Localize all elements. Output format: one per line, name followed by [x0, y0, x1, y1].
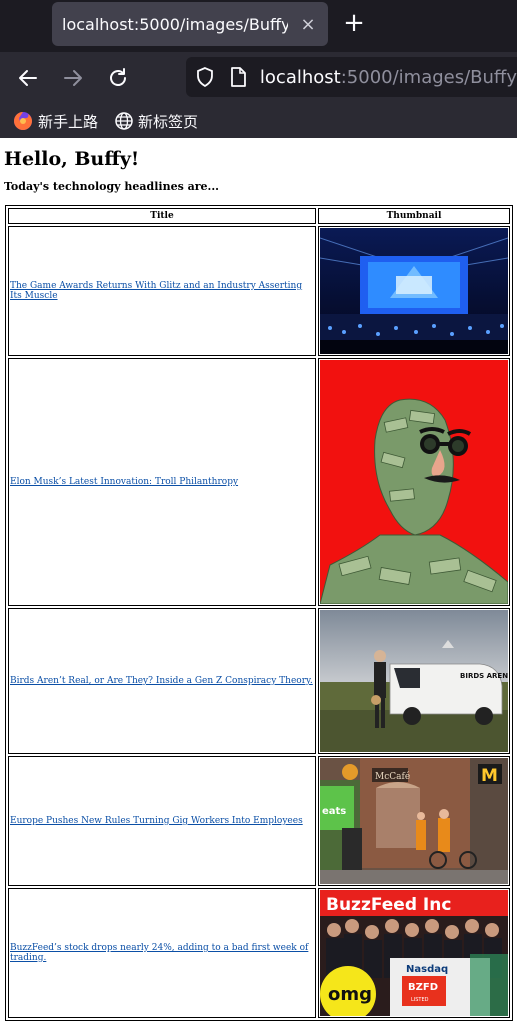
title-cell: Europe Pushes New Rules Turning Gig Work…: [8, 756, 316, 886]
reload-icon: [110, 68, 126, 86]
active-tab[interactable]: localhost:5000/images/Buffy ×: [52, 2, 328, 46]
table-row: Elon Musk’s Latest Innovation: Troll Phi…: [8, 358, 510, 606]
back-button[interactable]: [12, 62, 44, 94]
game-awards-stage-photo[interactable]: [320, 228, 508, 354]
headline-link[interactable]: Birds Aren’t Real, or Are They? Inside a…: [10, 676, 313, 686]
table-row: Birds Aren’t Real, or Are They? Inside a…: [8, 608, 510, 754]
thumbnail-cell: [318, 226, 510, 356]
money-head-disguise-photo[interactable]: [320, 360, 508, 604]
column-header-thumbnail: Thumbnail: [318, 208, 510, 224]
new-tab-button[interactable]: +: [340, 8, 368, 40]
close-tab-icon[interactable]: ×: [288, 14, 328, 35]
table-row: The Game Awards Returns With Glitz and a…: [8, 226, 510, 356]
bookmark-label: 新标签页: [138, 112, 199, 131]
headline-link[interactable]: BuzzFeed’s stock drops nearly 24%, addin…: [10, 943, 308, 963]
delivery-bag-text: eats: [322, 806, 346, 817]
shield-icon[interactable]: [194, 66, 216, 88]
title-cell: The Game Awards Returns With Glitz and a…: [8, 226, 316, 356]
thumbnail-cell: [318, 358, 510, 606]
url-path: :5000/images/Buffy: [340, 66, 517, 88]
headlines-table: Title Thumbnail The Game Awards Returns …: [5, 205, 513, 1021]
navigation-toolbar: localhost:5000/images/Buffy: [0, 52, 517, 104]
ticker-caption: LISTED: [411, 997, 429, 1003]
buzzfeed-nasdaq-photo[interactable]: BuzzFeed Inc Nasdaq BZFD LISTED omg: [320, 890, 508, 1016]
headline-link[interactable]: The Game Awards Returns With Glitz and a…: [10, 281, 302, 301]
bookmarks-toolbar: 新手上路 新标签页: [0, 104, 517, 138]
tab-title: localhost:5000/images/Buffy: [62, 14, 288, 34]
forward-arrow-icon: [64, 70, 82, 86]
page-icon[interactable]: [228, 66, 248, 88]
firefox-icon: [14, 112, 32, 130]
shop-sign-left: McCafé: [375, 771, 410, 782]
tab-strip: localhost:5000/images/Buffy × +: [0, 0, 517, 52]
title-cell: BuzzFeed’s stock drops nearly 24%, addin…: [8, 888, 316, 1018]
url-host: localhost: [259, 66, 341, 88]
headline-link[interactable]: Elon Musk’s Latest Innovation: Troll Phi…: [10, 477, 238, 487]
table-header-row: Title Thumbnail: [8, 208, 510, 224]
column-header-title: Title: [8, 208, 316, 224]
forward-button[interactable]: [57, 62, 89, 94]
exchange-logo-text: Nasdaq: [406, 964, 448, 975]
thumbnail-cell: BuzzFeed Inc Nasdaq BZFD LISTED omg: [318, 888, 510, 1018]
headline-link[interactable]: Europe Pushes New Rules Turning Gig Work…: [10, 816, 303, 826]
table-row: BuzzFeed’s stock drops nearly 24%, addin…: [8, 888, 510, 1018]
bookmark-getting-started[interactable]: 新手上路: [12, 110, 98, 132]
thumbnail-cell: McCafé M eats: [318, 756, 510, 886]
page-subtitle: Today's technology headlines are...: [4, 180, 219, 193]
thumbnail-cell: BIRDS ARENT REAL: [318, 608, 510, 754]
reload-button[interactable]: [102, 62, 134, 94]
bookmark-label: 新手上路: [38, 112, 99, 131]
page-heading: Hello, Buffy!: [4, 148, 140, 170]
buzzfeed-banner-text: BuzzFeed Inc: [326, 895, 451, 915]
globe-icon: [115, 112, 133, 130]
back-arrow-icon: [19, 70, 37, 86]
title-cell: Birds Aren’t Real, or Are They? Inside a…: [8, 608, 316, 754]
ticker-symbol: BZFD: [408, 982, 438, 993]
address-bar[interactable]: localhost:5000/images/Buffy: [186, 57, 517, 97]
page-content: Hello, Buffy! Today's technology headlin…: [0, 148, 517, 1021]
table-row: Europe Pushes New Rules Turning Gig Work…: [8, 756, 510, 886]
shop-sign-right: M: [481, 766, 498, 786]
birds-arent-real-van-photo[interactable]: BIRDS ARENT REAL: [320, 610, 508, 752]
delivery-workers-photo[interactable]: McCafé M eats: [320, 758, 508, 884]
omg-sign-text: omg: [328, 984, 372, 1005]
title-cell: Elon Musk’s Latest Innovation: Troll Phi…: [8, 358, 316, 606]
van-sign-text: BIRDS ARENT REAL: [460, 672, 508, 680]
bookmark-new-tab[interactable]: 新标签页: [114, 111, 198, 132]
